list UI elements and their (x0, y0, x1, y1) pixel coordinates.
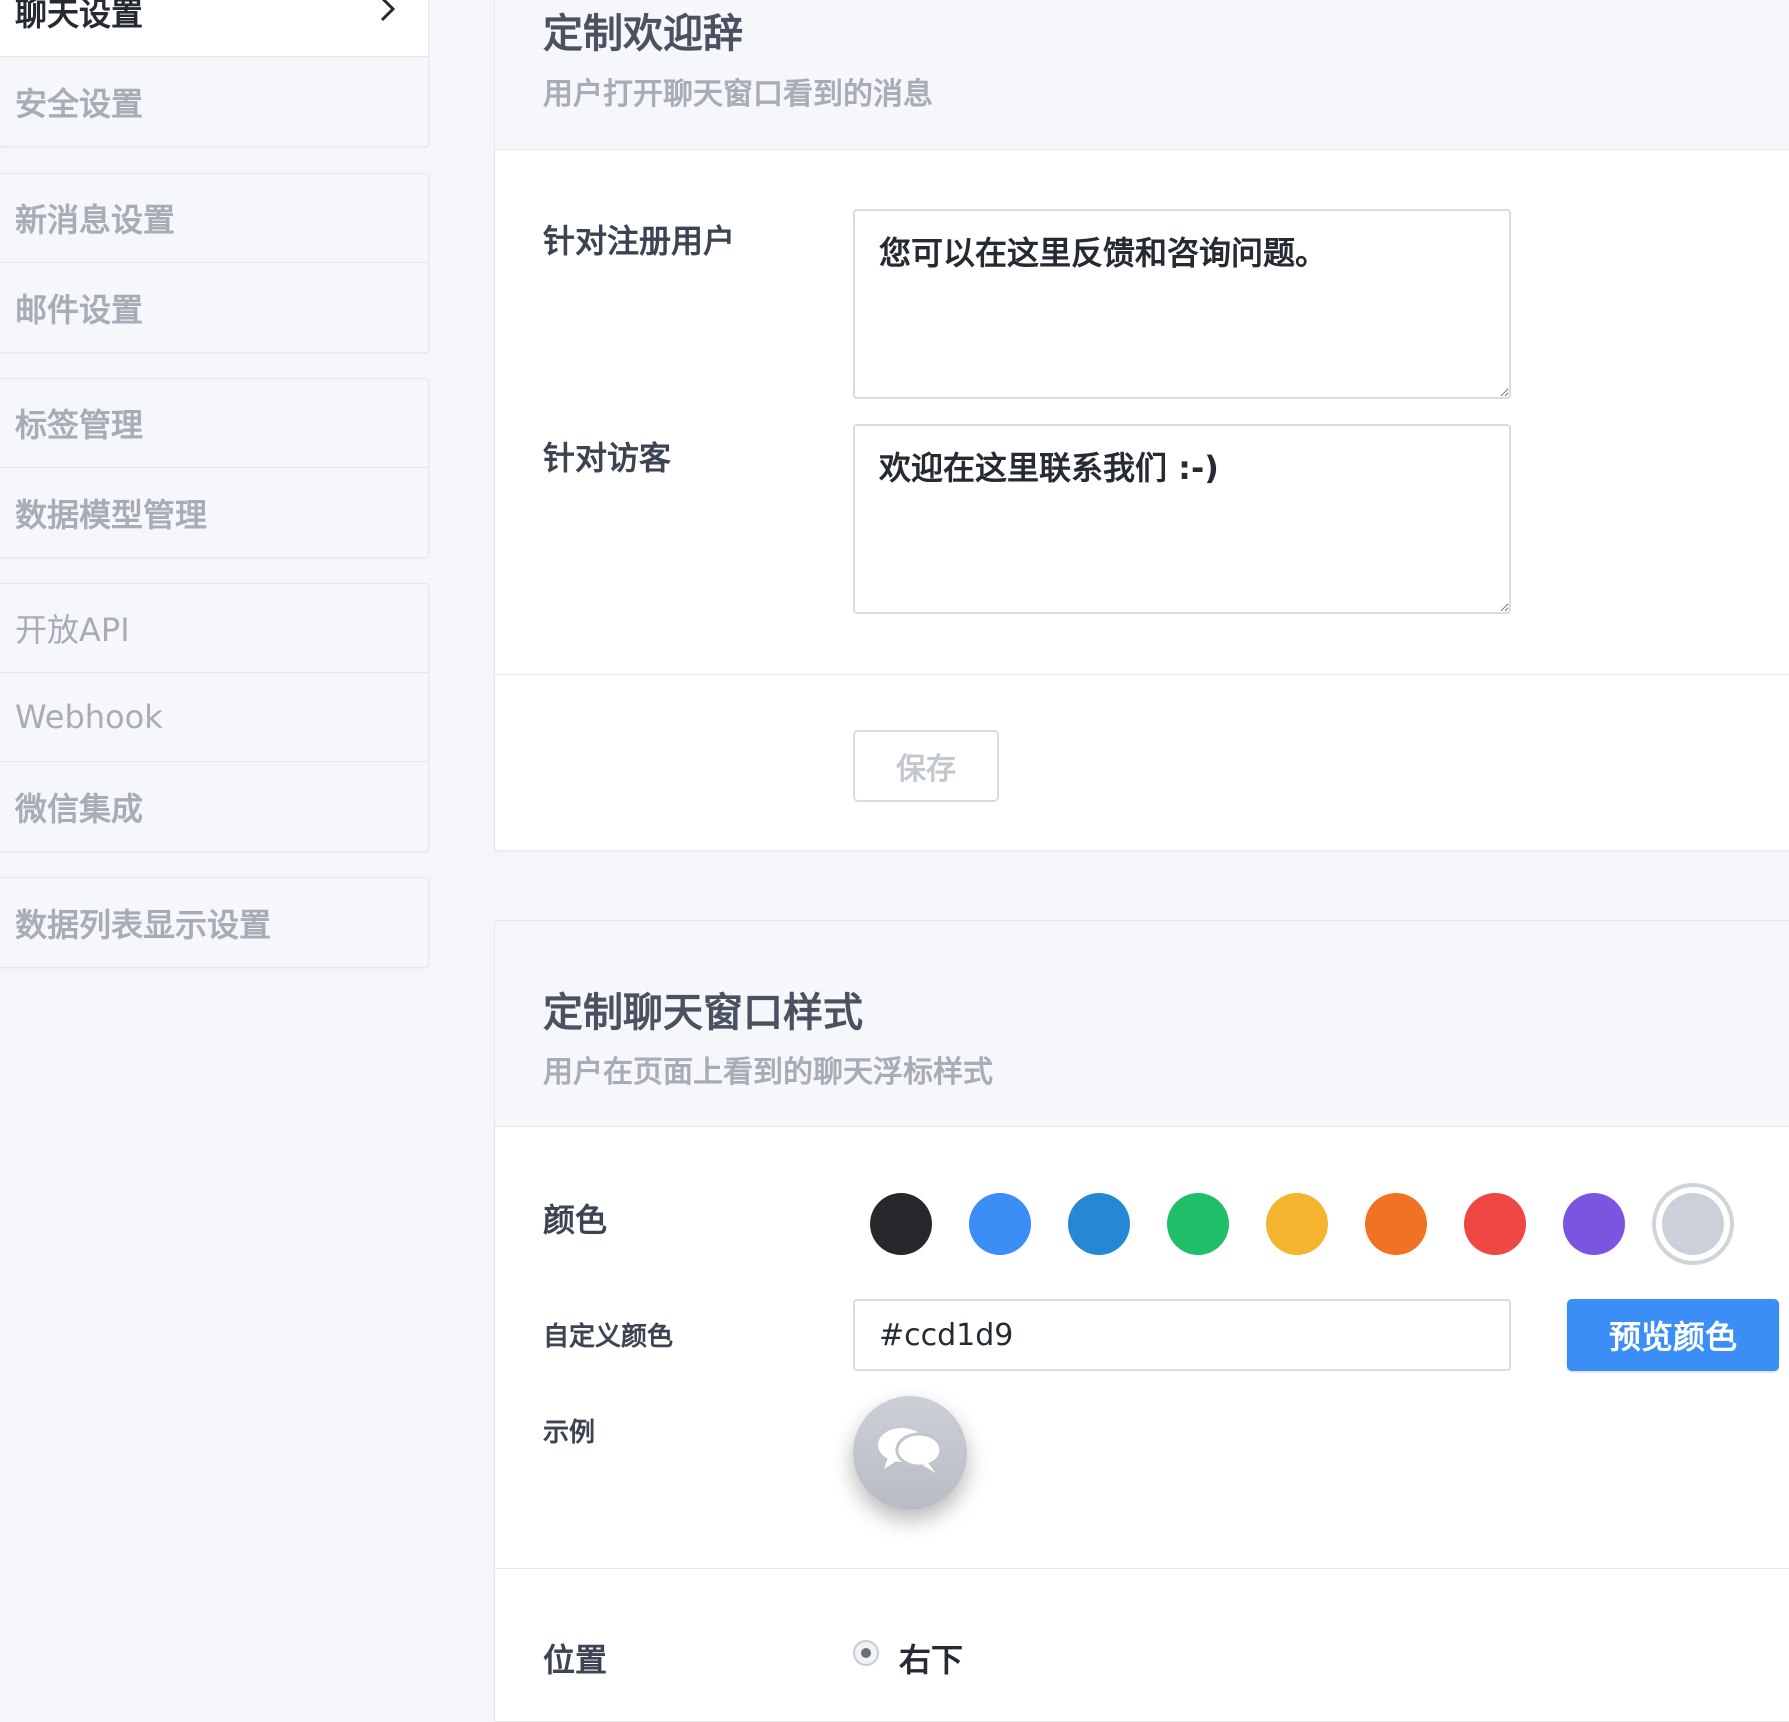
chat-float-button-preview (853, 1396, 967, 1510)
sidebar-item-label: 微信集成 (15, 789, 144, 828)
sidebar-item-label: 聊天设置 (15, 0, 144, 33)
sidebar-item-email-settings[interactable]: 邮件设置 (0, 263, 428, 352)
chat-bubbles-icon (874, 1423, 946, 1483)
registered-user-welcome-textarea[interactable]: 您可以在这里反馈和咨询问题。 (853, 209, 1511, 399)
card-subtitle: 用户在页面上看到的聊天浮标样式 (543, 1055, 993, 1090)
color-swatch-dark-blue[interactable] (1068, 1193, 1130, 1255)
sidebar-group-notify: 新消息设置 邮件设置 (0, 173, 429, 353)
welcome-message-card: 定制欢迎辞 用户打开聊天窗口看到的消息 针对注册用户 您可以在这里反馈和咨询问题… (494, 0, 1789, 851)
chat-style-card: 定制聊天窗口样式 用户在页面上看到的聊天浮标样式 颜色 自定义颜色 预览颜色 示… (494, 920, 1789, 1722)
visitor-label: 针对访客 (543, 439, 672, 477)
sidebar-item-list-display-settings[interactable]: 数据列表显示设置 (0, 878, 428, 967)
preview-color-button[interactable]: 预览颜色 (1567, 1299, 1779, 1371)
card-header: 定制欢迎辞 用户打开聊天窗口看到的消息 (495, 0, 1789, 150)
sidebar-item-security-settings[interactable]: 安全设置 (0, 57, 428, 146)
position-label: 位置 (543, 1641, 608, 1679)
sidebar-group-data: 标签管理 数据模型管理 (0, 378, 429, 558)
chevron-right-icon (378, 0, 398, 32)
sidebar-item-chat-settings[interactable]: 聊天设置 (0, 0, 428, 57)
card-header: 定制聊天窗口样式 用户在页面上看到的聊天浮标样式 (495, 921, 1789, 1127)
color-label: 颜色 (543, 1201, 608, 1239)
registered-user-label: 针对注册用户 (543, 222, 736, 260)
color-swatch-black[interactable] (870, 1193, 932, 1255)
sidebar-group-chat: 聊天设置 安全设置 (0, 0, 429, 147)
color-swatch-yellow[interactable] (1266, 1193, 1328, 1255)
visitor-welcome-textarea[interactable]: 欢迎在这里联系我们 :-) (853, 424, 1511, 614)
sidebar-item-label: 开放API (15, 611, 130, 649)
card-subtitle: 用户打开聊天窗口看到的消息 (543, 77, 933, 112)
sidebar-item-label: 安全设置 (15, 84, 144, 123)
sidebar-item-label: 数据模型管理 (15, 495, 208, 534)
sidebar-item-label: 数据列表显示设置 (15, 905, 272, 944)
sidebar-item-new-message-settings[interactable]: 新消息设置 (0, 174, 428, 263)
custom-color-input[interactable] (853, 1299, 1511, 1371)
save-button[interactable]: 保存 (853, 730, 999, 802)
sidebar-item-data-model-management[interactable]: 数据模型管理 (0, 468, 428, 557)
color-swatch-purple[interactable] (1563, 1193, 1625, 1255)
custom-color-label: 自定义颜色 (543, 1322, 674, 1352)
radio-dot (861, 1648, 871, 1658)
color-swatch-blue[interactable] (969, 1193, 1031, 1255)
color-swatch-gray-selected[interactable] (1662, 1193, 1724, 1255)
sidebar-item-tag-management[interactable]: 标签管理 (0, 379, 428, 468)
sidebar-item-label: 邮件设置 (15, 290, 144, 329)
example-label: 示例 (543, 1418, 596, 1448)
sidebar-item-label: Webhook (15, 698, 163, 736)
card-title: 定制聊天窗口样式 (543, 990, 863, 1036)
sidebar-item-webhook[interactable]: Webhook (0, 673, 428, 762)
sidebar-item-label: 标签管理 (15, 406, 144, 444)
sidebar-group-display: 数据列表显示设置 (0, 877, 429, 968)
color-swatch-orange[interactable] (1365, 1193, 1427, 1255)
card-divider (495, 1568, 1789, 1569)
position-option-label: 右下 (899, 1641, 964, 1679)
sidebar-group-integration: 开放API Webhook 微信集成 (0, 583, 429, 852)
card-divider (495, 674, 1789, 675)
sidebar-item-wechat-integration[interactable]: 微信集成 (0, 762, 428, 851)
sidebar-item-label: 新消息设置 (15, 201, 176, 239)
color-swatch-green[interactable] (1167, 1193, 1229, 1255)
sidebar-item-open-api[interactable]: 开放API (0, 584, 428, 673)
position-radio-bottom-right[interactable] (853, 1640, 879, 1666)
card-title: 定制欢迎辞 (543, 11, 743, 57)
color-swatch-red[interactable] (1464, 1193, 1526, 1255)
